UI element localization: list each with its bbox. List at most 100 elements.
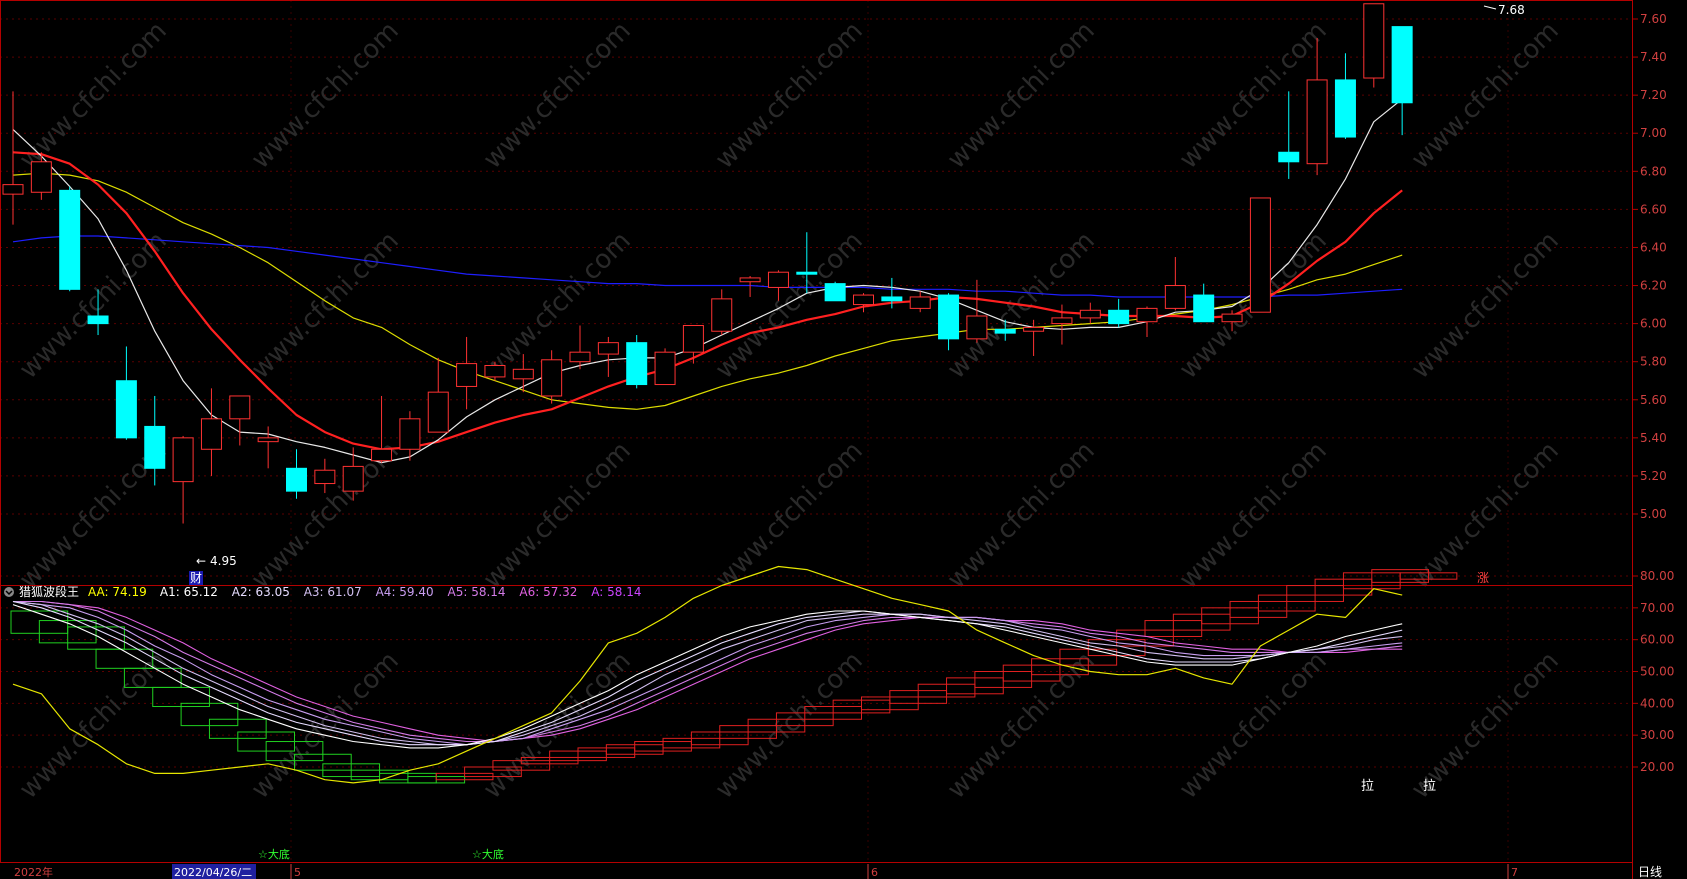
watermark-text: www.cfchi.com xyxy=(942,16,1101,175)
signal-pull-1: 拉 xyxy=(1361,779,1374,794)
watermark-text: www.cfchi.com xyxy=(246,16,405,175)
cursor-date: 2022/04/26/二 xyxy=(174,866,252,879)
collapse-icon[interactable] xyxy=(4,587,14,597)
legend-a1: A1: 65.12 xyxy=(160,585,218,599)
candle-up xyxy=(484,365,506,378)
month-6: 6 xyxy=(871,866,878,879)
price-tick-label: 5.00 xyxy=(1640,507,1667,521)
candle-down xyxy=(796,271,818,275)
price-tick-label: 5.40 xyxy=(1640,431,1667,445)
candle-down xyxy=(1278,151,1300,163)
candle-down xyxy=(286,467,307,492)
candle-up xyxy=(853,294,874,306)
watermark-text: www.cfchi.com xyxy=(14,226,173,385)
a-line-2 xyxy=(12,600,1403,746)
watermark-text: www.cfchi.com xyxy=(478,646,637,805)
candle-up xyxy=(1306,79,1328,165)
watermark-text: www.cfchi.com xyxy=(246,226,405,385)
indicator-legend: 猎狐波段王 AA: 74.19 A1: 65.12 A2: 63.05 A3: 61.… xyxy=(4,584,642,599)
candle-up xyxy=(399,418,421,450)
candle-up xyxy=(909,296,931,309)
legend-a: A: 58.14 xyxy=(591,585,641,599)
candle-up xyxy=(512,368,534,380)
candle-down xyxy=(1334,79,1356,138)
watermark-text: www.cfchi.com xyxy=(478,436,637,595)
price-tick-label: 6.80 xyxy=(1640,164,1667,178)
aa-line xyxy=(12,565,1403,784)
watermark-text: www.cfchi.com xyxy=(1406,226,1565,385)
candle-down xyxy=(1193,294,1215,323)
indicator-tick-label: 30.00 xyxy=(1640,728,1674,742)
candle-up xyxy=(456,363,478,387)
price-axis: 7.60 7.40 7.20 7.00 6.80 6.60 6.40 6.20 6.00 5.80… xyxy=(1632,12,1667,521)
indicator-tick-label: 40.00 xyxy=(1640,696,1674,710)
candle-up xyxy=(711,298,733,332)
candle-up xyxy=(739,277,761,283)
indicator-tick-label: 70.00 xyxy=(1640,601,1674,615)
watermark-text: www.cfchi.com xyxy=(14,646,173,805)
candle-up xyxy=(1249,197,1271,313)
main-price-panel[interactable] xyxy=(2,3,1413,524)
candle-up xyxy=(200,418,222,450)
candle-up xyxy=(1079,309,1101,319)
cai-marker: 财 xyxy=(190,571,202,585)
candle-up xyxy=(257,437,279,443)
candle-down xyxy=(881,296,903,302)
low-annotation: ← 4.95 xyxy=(196,554,237,568)
candle-up xyxy=(314,469,336,485)
indicator-tick-label: 60.00 xyxy=(1640,633,1674,647)
period-label: 日线 xyxy=(1638,865,1662,879)
a-line-5 xyxy=(13,600,1403,743)
legend-a5: A5: 58.14 xyxy=(448,585,506,599)
legend-aa: AA: 74.19 xyxy=(88,585,147,599)
price-tick-label: 7.40 xyxy=(1640,50,1667,64)
svg-text:←: ← xyxy=(196,554,206,568)
price-tick-label: 5.60 xyxy=(1640,393,1667,407)
legend-a4: A4: 59.40 xyxy=(376,585,434,599)
watermark-text: www.cfchi.com xyxy=(942,436,1101,595)
indicator-name: 猎狐波段王 xyxy=(19,584,79,599)
a-line-3 xyxy=(12,600,1403,746)
candle-up xyxy=(1164,285,1186,309)
candle-down xyxy=(1108,309,1130,325)
a-line-1 xyxy=(12,604,1403,749)
high-annotation: 7.68 xyxy=(1483,3,1525,17)
candle-up xyxy=(371,448,393,462)
price-tick-label: 6.00 xyxy=(1640,317,1667,331)
candle-up xyxy=(1221,313,1243,323)
candle-up xyxy=(427,391,449,433)
candle-down xyxy=(144,425,166,469)
candle-down xyxy=(59,189,81,290)
low-label: 4.95 xyxy=(210,554,237,568)
price-tick-label: 7.60 xyxy=(1640,12,1667,26)
legend-a3: A3: 61.07 xyxy=(304,585,362,599)
grid-lines xyxy=(0,0,1632,862)
candle-up xyxy=(1136,307,1158,323)
year-label: 2022年 xyxy=(14,865,53,879)
signal-bottom-2: ☆大底 xyxy=(472,847,504,861)
candle-up xyxy=(541,359,563,397)
candle-up xyxy=(682,325,704,353)
watermark-text: www.cfchi.com xyxy=(1174,436,1333,595)
ma-blue-line xyxy=(12,235,1403,298)
candle-up xyxy=(342,465,364,492)
candle-down xyxy=(1391,26,1413,104)
indicator-tick-label: 50.00 xyxy=(1640,665,1674,679)
month-5: 5 xyxy=(294,866,301,879)
zhang-marker: 涨 xyxy=(1477,570,1489,585)
signal-pull-2: 拉 xyxy=(1423,779,1436,794)
watermark-text: www.cfchi.com xyxy=(710,226,869,385)
price-tick-label: 6.60 xyxy=(1640,202,1667,216)
legend-a2: A2: 63.05 xyxy=(232,585,290,599)
candle-up xyxy=(172,437,194,483)
candle-up xyxy=(1051,317,1073,325)
a-line-4 xyxy=(12,600,1403,746)
stock-chart-canvas[interactable]: www.cfchi.com www.cfchi.com www.cfchi.com w… xyxy=(0,0,1687,879)
candle-up xyxy=(966,315,988,340)
price-tick-label: 6.20 xyxy=(1640,279,1667,293)
date-axis: 2022年 2022/04/26/二 5 6 7 日线 xyxy=(14,864,1662,879)
indicator-tick-label: 20.00 xyxy=(1640,760,1674,774)
signal-bottom-1: ☆大底 xyxy=(258,847,290,861)
candle-up xyxy=(767,271,789,288)
candle-up xyxy=(229,395,251,420)
